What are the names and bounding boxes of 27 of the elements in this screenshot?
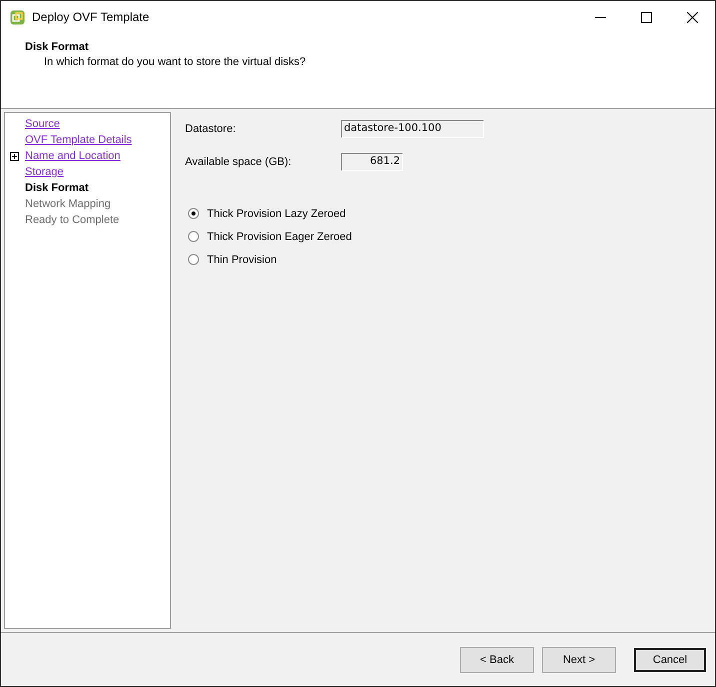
maximize-icon <box>640 12 652 22</box>
radio-label: Thick Provision Lazy Zeroed <box>207 208 346 220</box>
page-subtitle: In which format do you want to store the virtual disks? <box>44 56 307 68</box>
radio-button[interactable] <box>188 231 199 242</box>
expand-icon[interactable] <box>10 152 19 160</box>
step-link[interactable]: Source <box>25 118 60 130</box>
field-label: Available space (GB): <box>185 156 292 168</box>
field-label: Datastore: <box>185 123 237 135</box>
readonly-field: datastore-100.100 <box>341 120 484 138</box>
step-link[interactable]: OVF Template Details <box>25 134 132 146</box>
step-item: Network Mapping <box>25 198 111 210</box>
close-icon <box>686 12 698 22</box>
radio-button[interactable] <box>188 254 199 265</box>
radio-label: Thick Provision Eager Zeroed <box>207 230 352 242</box>
page-title: Disk Format <box>25 41 90 53</box>
step-item: Disk Format <box>25 182 89 194</box>
radio-button[interactable] <box>188 208 199 219</box>
app-logo-icon <box>10 10 25 24</box>
readonly-field: 681.2 <box>341 153 403 171</box>
step-link[interactable]: Storage <box>25 166 64 178</box>
dialog-button[interactable]: < Back <box>460 646 534 672</box>
step-item: Ready to Complete <box>25 214 120 226</box>
dialog-button[interactable]: Cancel <box>634 648 706 672</box>
step-link[interactable]: Name and Location <box>25 150 120 162</box>
radio-label: Thin Provision <box>207 254 277 266</box>
window-title: Deploy OVF Template <box>32 10 150 24</box>
dialog-button[interactable]: Next > <box>542 646 616 672</box>
